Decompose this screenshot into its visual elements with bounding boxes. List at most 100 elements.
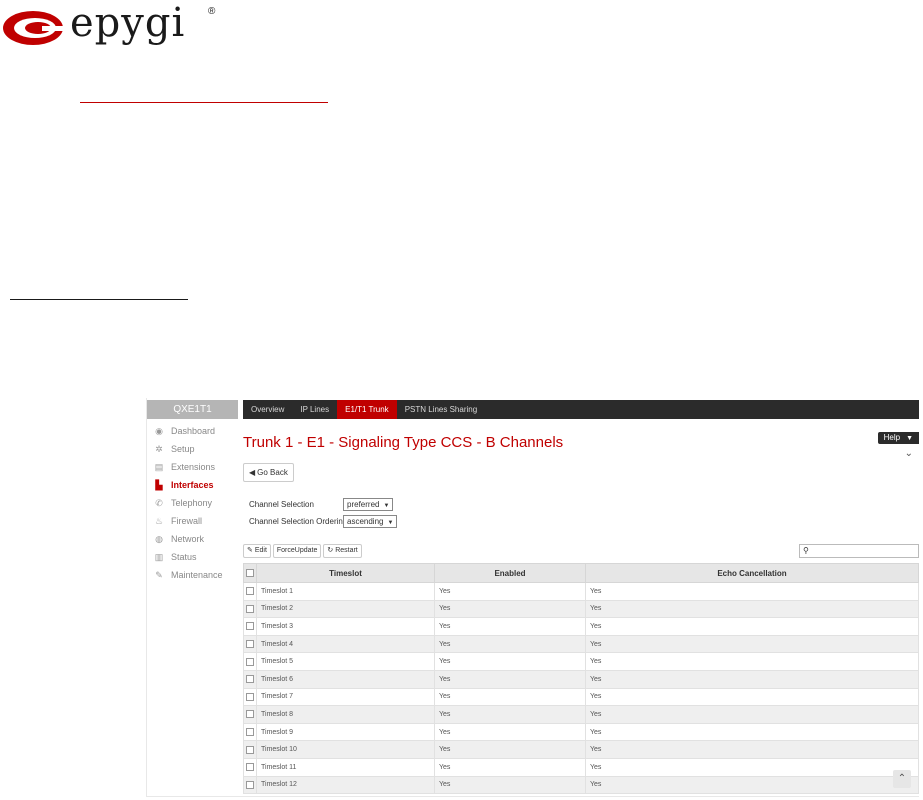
channel-selection-row: Channel Selection <box>249 500 314 509</box>
channel-selection-ordering-value: ascending <box>347 517 384 526</box>
echo-cancellation-cell: Yes <box>585 669 919 689</box>
sidebar-item-dashboard[interactable]: ◉ Dashboard <box>147 422 242 440</box>
gear-icon: ✲ <box>155 444 163 454</box>
help-button[interactable]: Help ▼ <box>877 432 919 444</box>
sidebar-item-interfaces[interactable]: ▙ Interfaces <box>147 476 242 494</box>
tab-overview[interactable]: Overview <box>243 400 292 419</box>
timeslot-cell: Timeslot 3 <box>256 617 435 636</box>
enabled-cell: Yes <box>434 705 586 724</box>
timeslot-cell: Timeslot 6 <box>256 669 435 689</box>
echo-cancellation-cell: Yes <box>585 722 919 742</box>
restart-button[interactable]: ↻ Restart <box>323 544 362 558</box>
table-row[interactable]: Timeslot 10 Yes Yes <box>243 740 919 759</box>
page-title: Trunk 1 - E1 - Signaling Type CCS - B Ch… <box>243 434 564 451</box>
sidebar-item-firewall[interactable]: ♨ Firewall <box>147 512 242 530</box>
echo-cancellation-cell: Yes <box>585 599 919 619</box>
caret-down-icon: ▼ <box>906 435 913 442</box>
table-row[interactable]: Timeslot 7 Yes Yes <box>243 687 919 707</box>
edit-label: Edit <box>254 547 267 554</box>
tab-ip-lines[interactable]: IP Lines <box>292 400 337 419</box>
row-checkbox[interactable] <box>243 775 257 795</box>
scroll-to-top-button[interactable]: ⌃ <box>893 770 911 788</box>
device-name: QXE1T1 <box>147 400 238 419</box>
table-row[interactable]: Timeslot 4 Yes Yes <box>243 634 919 654</box>
echo-cancellation-cell: Yes <box>585 705 919 724</box>
column-header-enabled[interactable]: Enabled <box>434 563 586 583</box>
table-row[interactable]: Timeslot 3 Yes Yes <box>243 617 919 636</box>
timeslot-cell: Timeslot 5 <box>256 652 435 671</box>
go-back-button[interactable]: ◀ Go Back <box>243 463 294 482</box>
row-checkbox[interactable] <box>243 634 257 654</box>
enabled-cell: Yes <box>434 582 586 601</box>
search-input[interactable]: ⚲ <box>799 544 919 558</box>
epygi-logo: epygi ® <box>0 0 230 50</box>
sidebar-item-status[interactable]: ▥ Status <box>147 548 242 566</box>
table-row[interactable]: Timeslot 1 Yes Yes <box>243 582 919 601</box>
sidebar-item-network[interactable]: ◍ Network <box>147 530 242 548</box>
table-row[interactable]: Timeslot 9 Yes Yes <box>243 722 919 742</box>
sidebar-item-label: Setup <box>171 444 195 454</box>
sidebar-item-label: Status <box>171 552 197 562</box>
table-row[interactable]: Timeslot 6 Yes Yes <box>243 669 919 689</box>
document-link-underline-2[interactable] <box>10 299 188 300</box>
sidebar-item-extensions[interactable]: ▤ Extensions <box>147 458 242 476</box>
chevron-down-icon[interactable]: ⌄ <box>905 448 913 459</box>
enabled-cell: Yes <box>434 652 586 671</box>
interfaces-icon: ▙ <box>155 480 163 490</box>
tab-pstn-lines-sharing[interactable]: PSTN Lines Sharing <box>397 400 485 419</box>
row-checkbox[interactable] <box>243 705 257 724</box>
timeslot-cell: Timeslot 4 <box>256 634 435 654</box>
globe-icon: ◍ <box>155 534 163 544</box>
table-row[interactable]: Timeslot 11 Yes Yes <box>243 757 919 777</box>
select-all-checkbox[interactable] <box>243 563 257 583</box>
enabled-cell: Yes <box>434 617 586 636</box>
row-checkbox[interactable] <box>243 669 257 689</box>
table-row[interactable]: Timeslot 5 Yes Yes <box>243 652 919 671</box>
force-update-label: ForceUpdate <box>276 547 318 554</box>
row-checkbox[interactable] <box>243 757 257 777</box>
channel-selection-ordering-select[interactable]: ascending ▼ <box>343 515 398 528</box>
web-ui-screenshot: QXE1T1 Overview IP Lines E1/T1 Trunk PST… <box>146 398 919 797</box>
timeslot-cell: Timeslot 7 <box>256 687 435 707</box>
sidebar-item-telephony[interactable]: ✆ Telephony <box>147 494 242 512</box>
channel-selection-select[interactable]: preferred ▼ <box>343 498 394 511</box>
enabled-cell: Yes <box>434 634 586 654</box>
row-checkbox[interactable] <box>243 617 257 636</box>
enabled-cell: Yes <box>434 757 586 777</box>
row-checkbox[interactable] <box>243 722 257 742</box>
table-row[interactable]: Timeslot 12 Yes Yes <box>243 775 919 795</box>
timeslot-cell: Timeslot 12 <box>256 775 435 795</box>
tab-e1t1-trunk[interactable]: E1/T1 Trunk <box>337 400 397 419</box>
pencil-icon: ✎ <box>247 547 253 554</box>
row-checkbox[interactable] <box>243 599 257 619</box>
table-row[interactable]: Timeslot 2 Yes Yes <box>243 599 919 619</box>
table-row[interactable]: Timeslot 8 Yes Yes <box>243 705 919 724</box>
logo-registered-mark: ® <box>208 6 216 17</box>
fire-icon: ♨ <box>154 516 164 526</box>
sidebar-item-label: Interfaces <box>171 480 214 490</box>
sidebar-item-maintenance[interactable]: ✎ Maintenance <box>147 566 242 584</box>
enabled-cell: Yes <box>434 775 586 795</box>
row-checkbox[interactable] <box>243 652 257 671</box>
force-update-button[interactable]: ForceUpdate <box>272 544 322 558</box>
enabled-cell: Yes <box>434 669 586 689</box>
timeslot-table: Timeslot Enabled Echo Cancellation Times… <box>243 563 919 795</box>
row-checkbox[interactable] <box>243 582 257 601</box>
row-checkbox[interactable] <box>243 740 257 759</box>
column-header-timeslot[interactable]: Timeslot <box>256 563 435 583</box>
timeslot-cell: Timeslot 10 <box>256 740 435 759</box>
enabled-cell: Yes <box>434 599 586 619</box>
sidebar-item-setup[interactable]: ✲ Setup <box>147 440 242 458</box>
main-content: Trunk 1 - E1 - Signaling Type CCS - B Ch… <box>243 420 919 796</box>
go-back-label: Go Back <box>257 468 288 477</box>
document-link-underline[interactable] <box>80 102 328 103</box>
echo-cancellation-cell: Yes <box>585 652 919 671</box>
logo-wordmark: epygi <box>70 0 186 46</box>
edit-button[interactable]: ✎ Edit <box>243 544 271 558</box>
row-checkbox[interactable] <box>243 687 257 707</box>
help-label: Help <box>883 433 901 442</box>
echo-cancellation-cell: Yes <box>585 740 919 759</box>
echo-cancellation-cell: Yes <box>585 687 919 707</box>
column-header-echo-cancellation[interactable]: Echo Cancellation <box>585 563 919 583</box>
dashboard-icon: ◉ <box>155 426 163 436</box>
